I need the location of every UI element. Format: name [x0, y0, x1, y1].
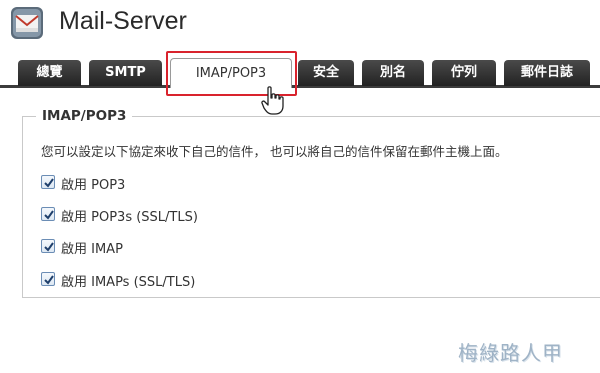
option-label: 啟用 POP3s (SSL/TLS) [61, 210, 198, 225]
checkbox-imap[interactable] [41, 239, 55, 253]
tab-smtp[interactable]: SMTP [89, 60, 162, 86]
hand-cursor-icon [261, 86, 284, 115]
checkbox-pop3s[interactable] [41, 207, 55, 221]
tab-bar: 總覽 SMTP IMAP/POP3 安全 別名 佇列 郵件日誌 [0, 52, 600, 88]
watermark: 梅綠路人甲 [458, 341, 563, 365]
check-icon [44, 275, 54, 285]
section-description: 您可以設定以下協定來收下自己的信件， 也可以將自己的信件保留在郵件主機上面。 [41, 144, 508, 159]
tab-overview[interactable]: 總覽 [18, 60, 81, 86]
mail-server-icon [11, 7, 43, 39]
option-label: 啟用 POP3 [61, 178, 126, 193]
tab-queue[interactable]: 佇列 [432, 60, 496, 86]
option-label: 啟用 IMAPs (SSL/TLS) [61, 275, 196, 290]
app-title: Mail-Server [59, 7, 187, 35]
checkbox-pop3[interactable] [41, 175, 55, 189]
tab-mail-log[interactable]: 郵件日誌 [504, 60, 590, 86]
checkbox-imaps[interactable] [41, 272, 55, 286]
tab-security[interactable]: 安全 [298, 60, 354, 86]
check-icon [44, 210, 54, 220]
check-icon [44, 178, 54, 188]
title-bar: Mail-Server [0, 0, 600, 48]
tab-alias[interactable]: 別名 [362, 60, 424, 86]
section-legend: IMAP/POP3 [36, 108, 133, 124]
check-icon [44, 242, 54, 252]
option-label: 啟用 IMAP [61, 242, 123, 257]
